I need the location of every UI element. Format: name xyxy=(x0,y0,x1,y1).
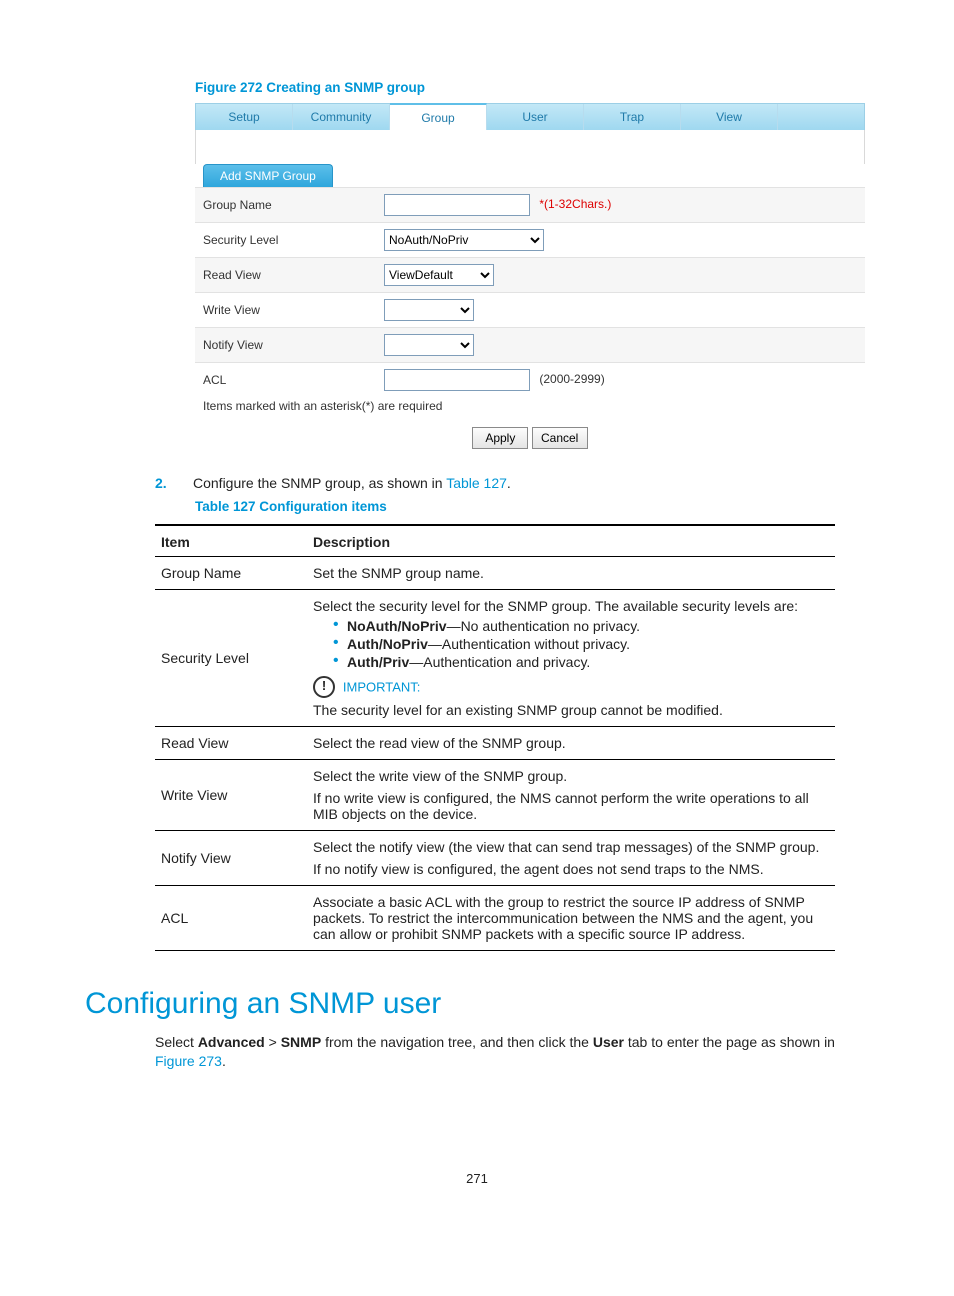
input-group-name[interactable] xyxy=(384,194,530,216)
hint-acl: (2000-2999) xyxy=(539,372,604,386)
list-item: Auth/NoPriv—Authentication without priva… xyxy=(333,636,829,652)
tab-user[interactable]: User xyxy=(487,104,584,130)
label-security-level: Security Level xyxy=(195,223,376,258)
important-label: IMPORTANT: xyxy=(343,680,421,695)
table-row: Security Level Select the security level… xyxy=(155,590,835,727)
select-security-level[interactable]: NoAuth/NoPriv xyxy=(384,229,544,251)
section-paragraph: Select Advanced > SNMP from the navigati… xyxy=(155,1033,835,1071)
link-table-127[interactable]: Table 127 xyxy=(446,475,507,491)
cancel-button[interactable]: Cancel xyxy=(532,427,588,449)
snmp-group-ui: Setup Community Group User Trap View Add… xyxy=(195,103,865,453)
tab-group[interactable]: Group xyxy=(390,103,487,130)
list-item: NoAuth/NoPriv—No authentication no priva… xyxy=(333,618,829,634)
table-row: Write View Select the write view of the … xyxy=(155,760,835,831)
col-item: Item xyxy=(155,525,307,557)
input-acl[interactable] xyxy=(384,369,530,391)
apply-button[interactable]: Apply xyxy=(472,427,528,449)
link-figure-273[interactable]: Figure 273 xyxy=(155,1053,222,1069)
table-caption: Table 127 Configuration items xyxy=(195,499,869,514)
page-number: 271 xyxy=(85,1171,869,1186)
col-description: Description xyxy=(307,525,835,557)
select-notify-view[interactable] xyxy=(384,334,474,356)
table-row: ACL Associate a basic ACL with the group… xyxy=(155,886,835,951)
table-row: Group Name Set the SNMP group name. xyxy=(155,557,835,590)
important-icon: ! xyxy=(313,676,335,698)
select-write-view[interactable] xyxy=(384,299,474,321)
label-write-view: Write View xyxy=(195,293,376,328)
step-number: 2. xyxy=(155,475,193,491)
select-read-view[interactable]: ViewDefault xyxy=(384,264,494,286)
label-notify-view: Notify View xyxy=(195,328,376,363)
tab-setup[interactable]: Setup xyxy=(196,104,293,130)
label-group-name: Group Name xyxy=(195,188,376,223)
panel-title: Add SNMP Group xyxy=(203,164,333,187)
list-item: Auth/Priv—Authentication and privacy. xyxy=(333,654,829,670)
config-table: Item Description Group Name Set the SNMP… xyxy=(155,524,835,951)
step-2: 2. Configure the SNMP group, as shown in… xyxy=(155,475,869,491)
tab-bar: Setup Community Group User Trap View xyxy=(195,103,865,130)
required-note: Items marked with an asterisk(*) are req… xyxy=(195,397,865,419)
security-level-list: NoAuth/NoPriv—No authentication no priva… xyxy=(333,618,829,670)
section-heading: Configuring an SNMP user xyxy=(85,987,869,1021)
hint-group-name: *(1-32Chars.) xyxy=(539,197,611,211)
button-row: Apply Cancel xyxy=(195,419,865,453)
label-read-view: Read View xyxy=(195,258,376,293)
tab-community[interactable]: Community xyxy=(293,104,390,130)
label-acl: ACL xyxy=(195,363,376,398)
figure-caption: Figure 272 Creating an SNMP group xyxy=(195,80,869,95)
table-row: Notify View Select the notify view (the … xyxy=(155,831,835,886)
step-text: Configure the SNMP group, as shown in Ta… xyxy=(193,475,869,491)
tab-trap[interactable]: Trap xyxy=(584,104,681,130)
table-row: Read View Select the read view of the SN… xyxy=(155,727,835,760)
tab-view[interactable]: View xyxy=(681,104,778,130)
form-table: Group Name *(1-32Chars.) Security Level … xyxy=(195,187,865,419)
